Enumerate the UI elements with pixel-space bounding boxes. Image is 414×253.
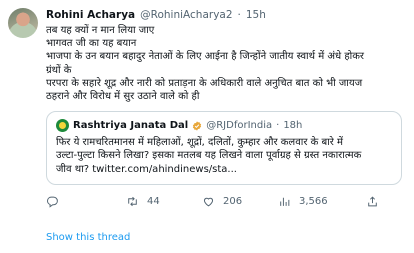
tweet-text: तब यह क्यों न मान लिया जाए भागवत जी का य… xyxy=(46,24,408,103)
like-button[interactable]: 206 xyxy=(202,195,278,208)
quoted-tweet-text: फिर ये रामचरितमानस में महिलाओं, शूद्रों,… xyxy=(56,136,392,176)
reply-button[interactable] xyxy=(46,195,126,208)
quoted-author-name: Rashtriya Janata Dal xyxy=(73,120,189,132)
quoted-tweet-header: Rashtriya Janata Dal @RJDforIndia · 18h xyxy=(56,119,392,133)
tweet-time[interactable]: 15h xyxy=(246,8,266,22)
quoted-text-line: उल्टा-पुल्टा किसने लिखा? इसका मतलब यह लि… xyxy=(56,150,362,162)
tweet-text-line: तब यह क्यों न मान लिया जाए xyxy=(46,25,155,36)
views-icon xyxy=(280,197,290,206)
tweet-text-line: भागवत जी का यह बयान xyxy=(46,38,137,50)
show-thread-link[interactable]: Show this thread xyxy=(46,232,130,243)
tweet-header: Rohini Acharya @RohiniAcharya2 · 15h xyxy=(46,8,408,22)
verified-badge-icon xyxy=(193,121,202,131)
heart-icon xyxy=(203,197,214,207)
rjd-logo-avatar xyxy=(56,119,69,133)
views-button[interactable]: 3,566 xyxy=(278,195,366,208)
header-separator: · xyxy=(237,9,241,21)
retweet-count: 44 xyxy=(147,195,160,207)
share-button[interactable] xyxy=(366,195,379,208)
tweet-text-line: ग्रंथों के xyxy=(46,64,72,76)
reply-icon xyxy=(47,196,58,208)
tweet-text-line: ठहराने और विरोध में सुर उठाने वाले को ही xyxy=(46,91,200,103)
quoted-text-line: जीव था? twitter.com/ahindinews/sta... xyxy=(56,163,237,175)
like-count: 206 xyxy=(223,195,243,207)
views-count: 3,566 xyxy=(299,195,328,207)
quoted-tweet-card[interactable]: Rashtriya Janata Dal @RJDforIndia · 18h … xyxy=(46,111,402,185)
share-icon xyxy=(368,196,377,207)
tweet-text-line: परपरा के सहारे शूद्र और नारी को प्रताड़न… xyxy=(46,77,363,89)
quoted-separator: · xyxy=(276,120,280,132)
tweet-text-line: भाजपा के उन बयान बहादुर नेताओं के लिए आई… xyxy=(46,51,365,63)
quoted-text-line: फिर ये रामचरितमानस में महिलाओं, शूद्रों,… xyxy=(56,137,344,149)
author-name[interactable]: Rohini Acharya xyxy=(46,8,135,22)
quoted-time: 18h xyxy=(283,120,303,132)
tweet-actions: 44 206 3,566 xyxy=(46,195,408,208)
retweet-icon xyxy=(128,196,137,207)
tweet-content: Rohini Acharya @RohiniAcharya2 · 15h तब … xyxy=(46,8,408,208)
retweet-button[interactable]: 44 xyxy=(126,195,202,208)
quoted-author-handle: @RJDforIndia xyxy=(206,120,273,132)
author-handle[interactable]: @RohiniAcharya2 xyxy=(140,8,232,22)
author-avatar[interactable] xyxy=(8,8,38,38)
